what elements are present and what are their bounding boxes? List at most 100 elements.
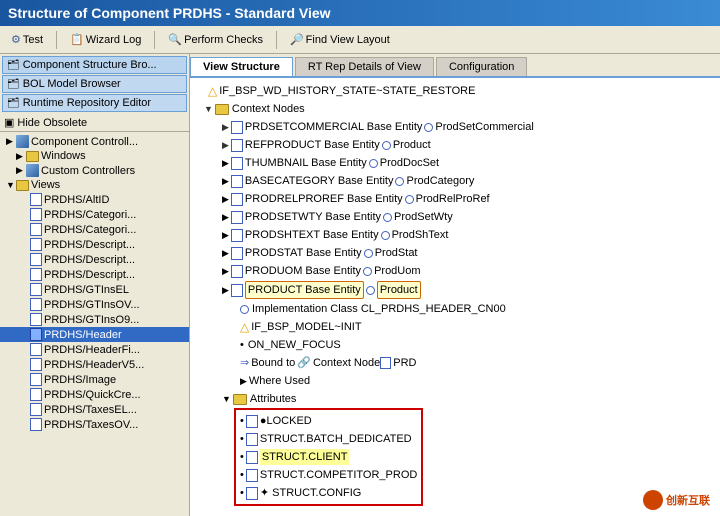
tree-node[interactable]: ▶ PRODUOM Base Entity ProdUom: [198, 262, 712, 280]
hide-obsolete-toggle[interactable]: ▣ Hide Obsolete: [0, 114, 189, 132]
list-item[interactable]: PRDHS/QuickCre...: [0, 387, 189, 402]
tree-node[interactable]: ▶ THUMBNAIL Base Entity ProdDocSet: [198, 154, 712, 172]
page-icon: [246, 469, 258, 482]
tree-item-windows[interactable]: ▶ Windows: [0, 149, 189, 163]
attr-struct-competitor: • STRUCT.COMPETITOR_PROD: [240, 466, 417, 484]
expand-icon: ▼: [222, 391, 231, 407]
tree-item-custom-controllers[interactable]: ▶ Custom Controllers: [0, 163, 189, 178]
circle-icon: [383, 213, 392, 222]
page-icon: [30, 253, 42, 266]
list-item[interactable]: PRDHS/HeaderV5...: [0, 357, 189, 372]
list-item-header[interactable]: PRDHS/Header: [0, 327, 189, 342]
page-icon: [30, 358, 42, 371]
title-bar: Structure of Component PRDHS - Standard …: [0, 0, 720, 26]
wizard-log-icon: 📋: [70, 33, 84, 46]
component-controllers-label: Component Controll...: [31, 136, 138, 148]
page-icon: [30, 283, 42, 296]
circle-icon: [240, 305, 249, 314]
tree-node[interactable]: ▶ PRODSHTEXT Base Entity ProdShText: [198, 226, 712, 244]
circle-icon: [382, 141, 391, 150]
tree-node-attributes[interactable]: ▼ Attributes: [198, 390, 712, 408]
hide-obsolete-icon: ▣: [4, 116, 14, 129]
circle-icon: [366, 286, 375, 295]
circle-icon: [381, 231, 390, 240]
find-view-layout-button[interactable]: 🔎 Find View Layout: [283, 30, 397, 49]
warn-icon: △: [240, 319, 249, 335]
page-icon: [30, 343, 42, 356]
list-item[interactable]: PRDHS/Categori...: [0, 207, 189, 222]
circle-icon: [364, 249, 373, 258]
chain-icon: 🔗: [297, 355, 311, 371]
page-icon: [231, 265, 243, 278]
tree-node-product-highlighted[interactable]: ▶ PRODUCT Base Entity Product: [198, 280, 712, 300]
expand-icon: ▶: [222, 173, 229, 189]
page-icon: [231, 284, 243, 297]
list-item[interactable]: PRDHS/Image: [0, 372, 189, 387]
test-button[interactable]: ⚙ Test: [4, 30, 50, 49]
bol-model-label: BOL Model Browser: [23, 78, 121, 90]
attr-struct-batch: • STRUCT.BATCH_DEDICATED: [240, 430, 417, 448]
page-icon: [246, 433, 258, 446]
attr-struct-client: • STRUCT.CLIENT: [240, 448, 417, 466]
list-item[interactable]: PRDHS/Categori...: [0, 222, 189, 237]
page-icon: [231, 211, 243, 224]
list-item[interactable]: PRDHS/Descript...: [0, 267, 189, 282]
perform-checks-icon: 🔍: [168, 33, 182, 46]
page-icon: [30, 373, 42, 386]
expand-icon: ▶: [222, 209, 229, 225]
tree-node[interactable]: ▶ PRODSETWTY Base Entity ProdSetWty: [198, 208, 712, 226]
page-icon-small: [380, 357, 391, 369]
window-title: Structure of Component PRDHS - Standard …: [8, 5, 331, 21]
wizard-log-button[interactable]: 📋 Wizard Log: [63, 30, 148, 49]
runtime-repo-icon: 🗂: [7, 98, 20, 109]
tree-node-where-used[interactable]: ▶ Where Used: [198, 372, 712, 390]
list-item[interactable]: PRDHS/GTInsEL: [0, 282, 189, 297]
tree-node[interactable]: ▶ BASECATEGORY Base Entity ProdCategory: [198, 172, 712, 190]
list-item[interactable]: PRDHS/Descript...: [0, 252, 189, 267]
list-item[interactable]: PRDHS/AltID: [0, 192, 189, 207]
toolbar: ⚙ Test 📋 Wizard Log 🔍 Perform Checks 🔎 F…: [0, 26, 720, 54]
list-item[interactable]: PRDHS/TaxesEL...: [0, 402, 189, 417]
comp-struct-icon: 🗂: [7, 60, 20, 71]
tree-item-views[interactable]: ▼ Views: [0, 178, 189, 192]
page-icon: [246, 487, 258, 500]
circle-icon: [424, 123, 433, 132]
sidebar-tab-runtime-repo[interactable]: 🗂 Runtime Repository Editor: [2, 94, 187, 112]
tree-item-component-controllers[interactable]: ▶ Component Controll...: [0, 134, 189, 149]
arrow-icon: ⇒: [240, 355, 249, 371]
expand-icon: ▶: [240, 373, 247, 389]
page-icon: [30, 208, 42, 221]
list-item[interactable]: PRDHS/Descript...: [0, 237, 189, 252]
tab-rt-rep[interactable]: RT Rep Details of View: [295, 57, 434, 76]
tree-node[interactable]: ▶ REFPRODUCT Base Entity Product: [198, 136, 712, 154]
expand-icon: ▶: [222, 282, 229, 298]
runtime-repo-label: Runtime Repository Editor: [23, 97, 151, 109]
wizard-log-label: Wizard Log: [86, 34, 142, 46]
views-label: Views: [31, 179, 60, 191]
expand-icon: ▶: [222, 119, 229, 135]
page-icon: [231, 139, 243, 152]
logo-icon: [643, 490, 663, 510]
page-icon: [246, 451, 258, 464]
page-icon: [231, 157, 243, 170]
page-icon: [231, 121, 243, 134]
sidebar-tree: ▶ Component Controll... ▶ Windows ▶ Cust…: [0, 132, 189, 516]
tab-configuration[interactable]: Configuration: [436, 57, 527, 76]
expand-icon: ▼: [204, 101, 213, 117]
custom-controllers-icon: [26, 164, 39, 177]
list-item[interactable]: PRDHS/TaxesOV...: [0, 417, 189, 432]
attr-locked: • ●LOCKED: [240, 412, 417, 430]
tab-view-structure[interactable]: View Structure: [190, 57, 293, 76]
tree-node[interactable]: ▶ PRODSTAT Base Entity ProdStat: [198, 244, 712, 262]
list-item[interactable]: PRDHS/GTInsOV...: [0, 297, 189, 312]
tree-node-context-nodes[interactable]: ▼ Context Nodes: [198, 100, 712, 118]
sidebar-tab-comp-struct[interactable]: 🗂 Component Structure Bro...: [2, 56, 187, 74]
tree-node[interactable]: ▶ PRODRELPROREF Base Entity ProdRelProRe…: [198, 190, 712, 208]
tree-node-on-new-focus: • ON_NEW_FOCUS: [198, 336, 712, 354]
list-item[interactable]: PRDHS/HeaderFi...: [0, 342, 189, 357]
sidebar-tab-bol-model[interactable]: 🗂 BOL Model Browser: [2, 75, 187, 93]
tree-node[interactable]: ▶ PRDSETCOMMERCIAL Base Entity ProdSetCo…: [198, 118, 712, 136]
list-item[interactable]: PRDHS/GTInsO9...: [0, 312, 189, 327]
page-icon-selected: [30, 328, 42, 341]
perform-checks-button[interactable]: 🔍 Perform Checks: [161, 30, 270, 49]
